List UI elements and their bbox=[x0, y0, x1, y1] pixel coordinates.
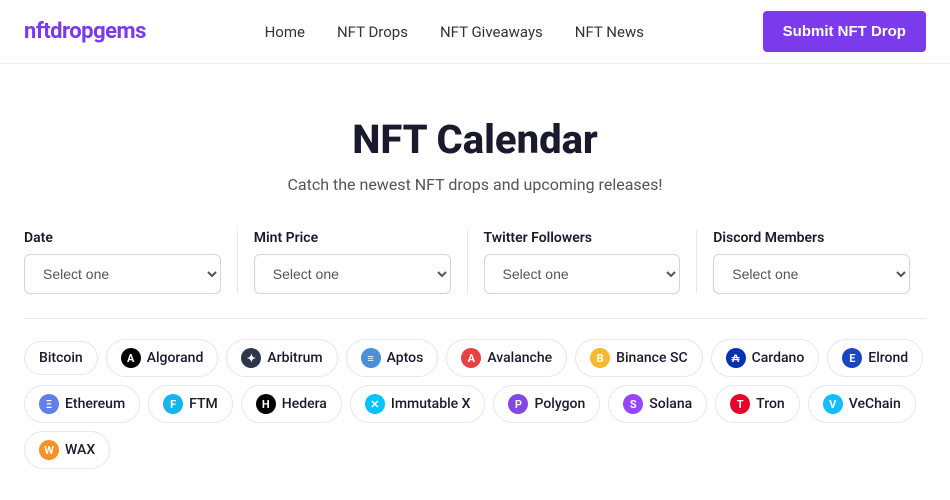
blockchain-name: Algorand bbox=[147, 350, 204, 366]
elrond-icon: E bbox=[842, 348, 862, 368]
blockchain-tag-avalanche[interactable]: A Avalanche bbox=[446, 339, 567, 377]
blockchain-name: Aptos bbox=[387, 350, 424, 366]
nav-item-home[interactable]: Home bbox=[265, 23, 305, 41]
blockchain-name: Tron bbox=[756, 396, 785, 412]
blockchain-tag-arbitrum[interactable]: ✦ Arbitrum bbox=[226, 339, 337, 377]
blockchain-name: Binance SC bbox=[616, 350, 687, 366]
blockchain-tag-hedera[interactable]: H Hedera bbox=[241, 385, 342, 423]
blockchain-name: Immutable X bbox=[391, 396, 471, 412]
blockchain-name: Avalanche bbox=[487, 350, 552, 366]
blockchain-name: Solana bbox=[649, 396, 692, 412]
ftm-icon: F bbox=[163, 394, 183, 414]
cardano-icon: ₳ bbox=[726, 348, 746, 368]
algorand-icon: A bbox=[121, 348, 141, 368]
nav-item-nft-giveaways[interactable]: NFT Giveaways bbox=[440, 23, 543, 41]
binance-sc-icon: B bbox=[590, 348, 610, 368]
blockchain-tag-polygon[interactable]: P Polygon bbox=[493, 385, 600, 423]
blockchain-tag-solana[interactable]: S Solana bbox=[608, 385, 707, 423]
hedera-icon: H bbox=[256, 394, 276, 414]
blockchain-tag-ftm[interactable]: F FTM bbox=[148, 385, 233, 423]
filters-bar: DateSelect oneMint PriceSelect oneTwitte… bbox=[24, 230, 926, 319]
main-nav: Home NFT Drops NFT Giveaways NFT News bbox=[265, 23, 644, 41]
blockchain-tag-immutable-x[interactable]: ✕ Immutable X bbox=[350, 385, 486, 423]
blockchain-tag-ethereum[interactable]: Ξ Ethereum bbox=[24, 385, 140, 423]
filter-label-discord-members: Discord Members bbox=[713, 230, 910, 246]
filter-select-discord-members[interactable]: Select one bbox=[713, 254, 910, 294]
filter-label-date: Date bbox=[24, 230, 221, 246]
filter-select-date[interactable]: Select one bbox=[24, 254, 221, 294]
nav-item-nft-drops[interactable]: NFT Drops bbox=[337, 23, 408, 41]
blockchain-tag-binance-sc[interactable]: B Binance SC bbox=[575, 339, 702, 377]
blockchain-tag-vechain[interactable]: V VeChain bbox=[808, 385, 916, 423]
blockchain-tag-elrond[interactable]: E Elrond bbox=[827, 339, 923, 377]
filter-label-twitter-followers: Twitter Followers bbox=[484, 230, 681, 246]
hero-section: NFT Calendar Catch the newest NFT drops … bbox=[24, 64, 926, 230]
avalanche-icon: A bbox=[461, 348, 481, 368]
ethereum-icon: Ξ bbox=[39, 394, 59, 414]
filter-label-mint-price: Mint Price bbox=[254, 230, 451, 246]
blockchain-tag-algorand[interactable]: A Algorand bbox=[106, 339, 219, 377]
blockchain-name: WAX bbox=[65, 442, 95, 458]
blockchain-tag-wax[interactable]: W WAX bbox=[24, 431, 110, 469]
polygon-icon: P bbox=[508, 394, 528, 414]
blockchain-tags: Bitcoin A Algorand ✦ Arbitrum ≡ Aptos A Avalanch… bbox=[24, 319, 926, 469]
blockchain-tag-tron[interactable]: T Tron bbox=[715, 385, 800, 423]
header: nftdropgems Home NFT Drops NFT Giveaways NF… bbox=[0, 0, 950, 64]
blockchain-name: Polygon bbox=[534, 396, 585, 412]
filter-group-date: Date Select one bbox=[24, 230, 238, 294]
submit-nft-drop-button[interactable]: Submit NFT Drop bbox=[763, 11, 926, 52]
blockchain-name: Ethereum bbox=[65, 396, 125, 412]
blockchain-name: Arbitrum bbox=[267, 350, 322, 366]
main-content: NFT Calendar Catch the newest NFT drops … bbox=[0, 64, 950, 493]
filter-group-twitter-followers: Twitter Followers Select one bbox=[468, 230, 698, 294]
filter-group-discord-members: Discord Members Select one bbox=[697, 230, 926, 294]
nav-item-nft-news[interactable]: NFT News bbox=[575, 23, 644, 41]
solana-icon: S bbox=[623, 394, 643, 414]
vechain-icon: V bbox=[823, 394, 843, 414]
page-title: NFT Calendar bbox=[48, 116, 902, 163]
blockchain-name: FTM bbox=[189, 396, 218, 412]
logo[interactable]: nftdropgems bbox=[24, 19, 146, 44]
immutable-x-icon: ✕ bbox=[365, 394, 385, 414]
blockchain-tag-bitcoin[interactable]: Bitcoin bbox=[24, 341, 98, 375]
blockchain-tag-cardano[interactable]: ₳ Cardano bbox=[711, 339, 820, 377]
blockchain-name: Hedera bbox=[282, 396, 327, 412]
wax-icon: W bbox=[39, 440, 59, 460]
blockchain-name: Elrond bbox=[868, 350, 908, 366]
tron-icon: T bbox=[730, 394, 750, 414]
filter-select-mint-price[interactable]: Select one bbox=[254, 254, 451, 294]
blockchain-name: VeChain bbox=[849, 396, 901, 412]
aptos-icon: ≡ bbox=[361, 348, 381, 368]
hero-subtitle: Catch the newest NFT drops and upcoming … bbox=[48, 175, 902, 194]
blockchain-name: Cardano bbox=[752, 350, 805, 366]
blockchain-name: Bitcoin bbox=[39, 350, 83, 366]
filter-group-mint-price: Mint Price Select one bbox=[238, 230, 468, 294]
arbitrum-icon: ✦ bbox=[241, 348, 261, 368]
blockchain-tag-aptos[interactable]: ≡ Aptos bbox=[346, 339, 439, 377]
filter-select-twitter-followers[interactable]: Select one bbox=[484, 254, 681, 294]
